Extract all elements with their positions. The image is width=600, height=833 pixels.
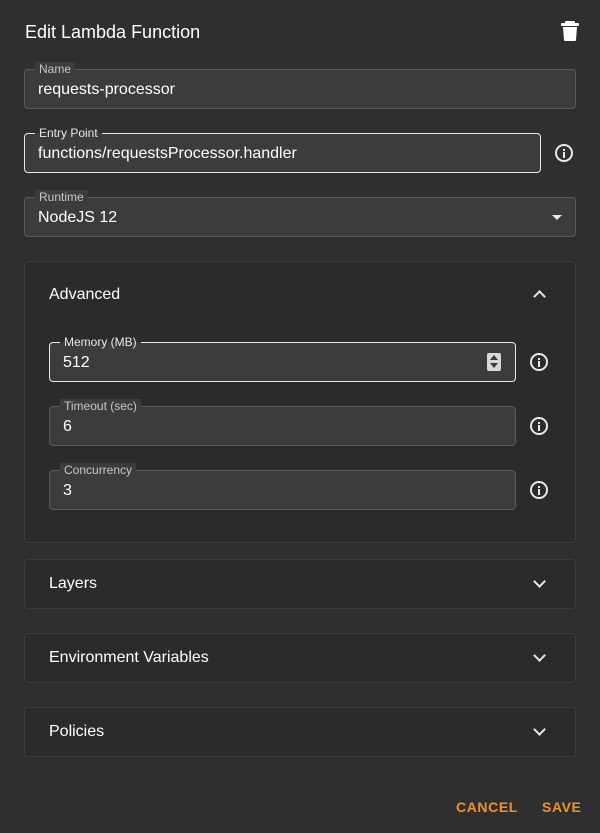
memory-info-icon[interactable] — [530, 353, 548, 371]
edit-lambda-dialog: Edit Lambda Function Name requests-proce… — [0, 0, 600, 833]
name-value: requests-processor — [38, 81, 175, 98]
concurrency-info-icon[interactable] — [530, 481, 548, 499]
timeout-info-icon[interactable] — [530, 417, 548, 435]
chevron-down-icon — [533, 575, 546, 588]
entry-point-value: functions/requestsProcessor.handler — [38, 145, 297, 162]
runtime-value: NodeJS 12 — [38, 209, 118, 226]
timeout-field[interactable]: Timeout (sec) 6 — [49, 399, 516, 446]
chevron-up-icon — [533, 290, 546, 303]
cancel-button[interactable]: CANCEL — [456, 799, 518, 815]
memory-field[interactable]: Memory (MB) 512 — [49, 335, 516, 382]
concurrency-value: 3 — [63, 482, 72, 499]
memory-label: Memory (MB) — [60, 335, 141, 349]
runtime-select[interactable]: Runtime NodeJS 12 — [24, 190, 576, 237]
layers-panel[interactable]: Layers — [24, 559, 576, 609]
memory-value: 512 — [63, 354, 90, 371]
advanced-panel: Advanced Memory (MB) 512 Timeout (sec) 6… — [24, 261, 576, 543]
policies-title: Policies — [49, 723, 105, 740]
layers-title: Layers — [49, 575, 98, 592]
name-label: Name — [35, 62, 76, 76]
advanced-title: Advanced — [49, 286, 121, 303]
policies-panel[interactable]: Policies — [24, 707, 576, 757]
save-button[interactable]: SAVE — [542, 799, 582, 815]
dialog-title: Edit Lambda Function — [25, 22, 201, 42]
trash-icon[interactable] — [560, 20, 580, 42]
concurrency-field[interactable]: Concurrency 3 — [49, 463, 516, 510]
timeout-value: 6 — [63, 418, 72, 435]
chevron-down-icon — [533, 649, 546, 662]
advanced-header[interactable]: Advanced — [25, 262, 575, 326]
runtime-label: Runtime — [35, 190, 88, 204]
entry-point-label: Entry Point — [35, 126, 102, 140]
dropdown-caret-icon — [552, 215, 562, 220]
entry-point-field[interactable]: Entry Point functions/requestsProcessor.… — [24, 126, 541, 173]
environment-variables-title: Environment Variables — [49, 649, 209, 666]
name-field[interactable]: Name requests-processor — [24, 62, 576, 109]
concurrency-label: Concurrency — [60, 463, 137, 477]
number-stepper[interactable] — [487, 353, 501, 371]
chevron-down-icon — [533, 723, 546, 736]
timeout-label: Timeout (sec) — [60, 399, 141, 413]
environment-variables-panel[interactable]: Environment Variables — [24, 633, 576, 683]
entry-point-info-icon[interactable] — [555, 144, 573, 162]
